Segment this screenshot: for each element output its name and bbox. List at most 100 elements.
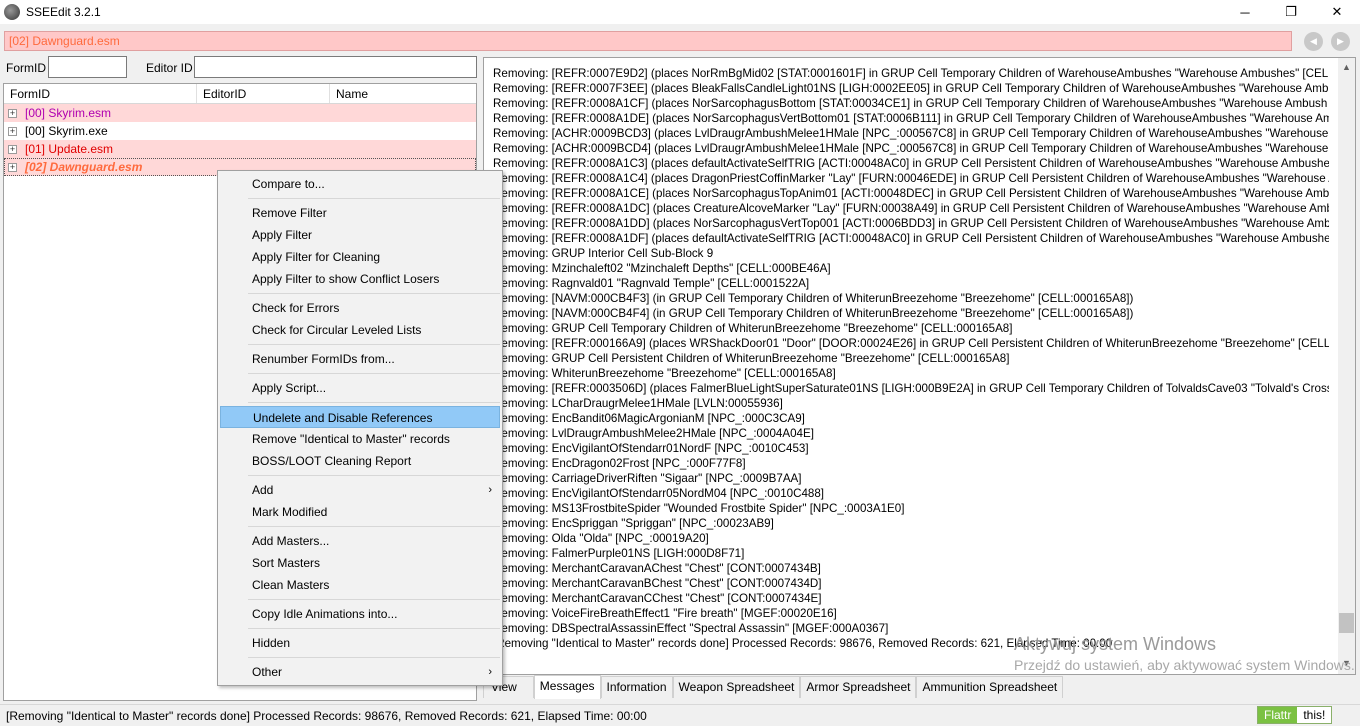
log-lines: Removing: [REFR:0007E9D2] (places NorRmB… bbox=[493, 66, 1329, 651]
window-title: SSEEdit 3.2.1 bbox=[26, 5, 101, 19]
log-line: Removing: [REFR:0007E9D2] (places NorRmB… bbox=[493, 67, 1329, 80]
menu-separator bbox=[248, 344, 500, 345]
menu-item-remove-identical-to-master[interactable]: Remove "Identical to Master" records bbox=[218, 428, 502, 450]
back-button[interactable]: ◀ bbox=[1304, 32, 1323, 51]
tree-row-skyrim-exe[interactable]: + [00] Skyrim.exe bbox=[4, 122, 476, 140]
log-line: Removing: [REFR:0008A1DD] (places NorSar… bbox=[493, 217, 1329, 230]
flattr-button[interactable]: Flattr this! bbox=[1257, 706, 1333, 724]
log-line: Removing: VoiceFireBreathEffect1 "Fire b… bbox=[493, 607, 837, 620]
log-line: Removing: WhiterunBreezehome "Breezehome… bbox=[493, 367, 836, 380]
current-file-path: [02] Dawnguard.esm bbox=[4, 31, 1292, 51]
expand-icon[interactable]: + bbox=[8, 162, 17, 172]
arrow-left-icon: ◀ bbox=[1310, 36, 1317, 46]
log-line: Removing: FalmerPurple01NS [LIGH:000D8F7… bbox=[493, 547, 745, 560]
column-name[interactable]: Name bbox=[330, 84, 476, 103]
tab-ammunition-spreadsheet[interactable]: Ammunition Spreadsheet bbox=[916, 676, 1064, 698]
expand-icon[interactable]: + bbox=[8, 108, 17, 118]
menu-item-boss-loot-report[interactable]: BOSS/LOOT Cleaning Report bbox=[218, 450, 502, 472]
log-line: Removing: Mzinchaleft02 "Mzinchaleft Dep… bbox=[493, 262, 831, 275]
minimize-button[interactable]: ─ bbox=[1222, 0, 1268, 24]
menu-item-add-masters[interactable]: Add Masters... bbox=[218, 530, 502, 552]
log-scrollbar[interactable]: ▲ ▼ bbox=[1338, 58, 1355, 674]
tree-row-skyrim-esm[interactable]: + [00] Skyrim.esm bbox=[4, 104, 476, 122]
menu-item-hidden[interactable]: Hidden bbox=[218, 632, 502, 654]
title-bar: SSEEdit 3.2.1 ─ ❐ ✕ bbox=[0, 0, 1360, 24]
menu-separator bbox=[248, 475, 500, 476]
chevron-right-icon: › bbox=[488, 484, 492, 496]
flattr-this-label: this! bbox=[1297, 707, 1332, 723]
menu-item-sort-masters[interactable]: Sort Masters bbox=[218, 552, 502, 574]
log-line: Removing: [NAVM:000CB4F4] (in GRUP Cell … bbox=[493, 307, 1134, 320]
log-line: Removing: GRUP Cell Temporary Children o… bbox=[493, 322, 1013, 335]
tab-information[interactable]: Information bbox=[600, 676, 673, 698]
menu-separator bbox=[248, 198, 500, 199]
menu-item-add-label: Add bbox=[252, 483, 274, 497]
bottom-tabs: View Messages Information Weapon Spreads… bbox=[483, 675, 1064, 700]
formid-filter-label: FormID bbox=[6, 61, 46, 75]
status-bar: [Removing "Identical to Master" records … bbox=[0, 704, 1360, 726]
expand-icon[interactable]: + bbox=[8, 126, 17, 136]
log-line: Removing: LvlDraugrAmbushMelee2HMale [NP… bbox=[493, 427, 814, 440]
expand-icon[interactable]: + bbox=[8, 144, 17, 154]
maximize-button[interactable]: ❐ bbox=[1268, 0, 1314, 24]
editorid-filter-label: Editor ID bbox=[146, 61, 193, 75]
menu-separator bbox=[248, 373, 500, 374]
menu-item-add[interactable]: Add › bbox=[218, 479, 502, 501]
log-line: Removing: MS13FrostbiteSpider "Wounded F… bbox=[493, 502, 905, 515]
log-line: Removing: [REFR:0008A1CF] (places NorSar… bbox=[493, 97, 1328, 110]
forward-button[interactable]: ▶ bbox=[1331, 32, 1350, 51]
menu-separator bbox=[248, 628, 500, 629]
menu-item-clean-masters[interactable]: Clean Masters bbox=[218, 574, 502, 596]
menu-separator bbox=[248, 599, 500, 600]
tree-row-update-esm[interactable]: + [01] Update.esm bbox=[4, 140, 476, 158]
log-line: Removing: [REFR:0008A1DC] (places Creatu… bbox=[493, 202, 1329, 215]
menu-separator bbox=[248, 526, 500, 527]
tree-row-label: [00] Skyrim.esm bbox=[25, 106, 112, 120]
column-editorid[interactable]: EditorID bbox=[197, 84, 330, 103]
tab-armor-spreadsheet[interactable]: Armor Spreadsheet bbox=[800, 676, 917, 698]
log-line: Removing: [REFR:0008A1CE] (places NorSar… bbox=[493, 187, 1329, 200]
menu-item-apply-filter[interactable]: Apply Filter bbox=[218, 224, 502, 246]
menu-item-apply-filter-cleaning[interactable]: Apply Filter for Cleaning bbox=[218, 246, 502, 268]
log-line: Removing: EncSpriggan "Spriggan" [NPC_:0… bbox=[493, 517, 774, 530]
log-line: Removing: [REFR:0007F3EE] (places BleakF… bbox=[493, 82, 1329, 95]
menu-item-check-circular-leveled-lists[interactable]: Check for Circular Leveled Lists bbox=[218, 319, 502, 341]
log-line: Removing: [REFR:0008A1C4] (places Dragon… bbox=[493, 172, 1329, 185]
menu-item-other[interactable]: Other › bbox=[218, 661, 502, 683]
log-line: Removing: [ACHR:0009BCD3] (places LvlDra… bbox=[493, 127, 1329, 140]
window-controls: ─ ❐ ✕ bbox=[1222, 0, 1360, 24]
menu-item-remove-filter[interactable]: Remove Filter bbox=[218, 202, 502, 224]
menu-item-other-label: Other bbox=[252, 665, 283, 679]
app-icon bbox=[4, 4, 20, 20]
log-line: Removing: EncVigilantOfStendarr01NordF [… bbox=[493, 442, 809, 455]
menu-item-renumber-formids[interactable]: Renumber FormIDs from... bbox=[218, 348, 502, 370]
menu-item-apply-script[interactable]: Apply Script... bbox=[218, 377, 502, 399]
tab-weapon-spreadsheet[interactable]: Weapon Spreadsheet bbox=[672, 676, 801, 698]
menu-item-apply-filter-conflict-losers[interactable]: Apply Filter to show Conflict Losers bbox=[218, 268, 502, 290]
menu-item-undelete-disable-references[interactable]: Undelete and Disable References bbox=[220, 406, 500, 428]
log-line: Removing: [REFR:0003506D] (places Falmer… bbox=[493, 382, 1329, 395]
log-line: Removing: MerchantCaravanBChest "Chest" … bbox=[493, 577, 822, 590]
log-line: Removing: GRUP Interior Cell Sub-Block 9 bbox=[493, 247, 714, 260]
log-line: Removing: CarriageDriverRiften "Sigaar" … bbox=[493, 472, 802, 485]
log-line: Removing: [REFR:0008A1C3] (places defaul… bbox=[493, 157, 1329, 170]
messages-log[interactable]: Removing: [REFR:0007E9D2] (places NorRmB… bbox=[483, 57, 1356, 675]
formid-filter-input[interactable] bbox=[48, 56, 127, 78]
tree-row-label: [01] Update.esm bbox=[25, 142, 114, 156]
log-line: Removing: GRUP Cell Persistent Children … bbox=[493, 352, 1010, 365]
context-menu: Compare to... Remove Filter Apply Filter… bbox=[217, 170, 503, 686]
log-line: Removing: [REFR:000166A9] (places WRShac… bbox=[493, 337, 1329, 350]
tree-row-label: [00] Skyrim.exe bbox=[25, 124, 108, 138]
menu-item-check-errors[interactable]: Check for Errors bbox=[218, 297, 502, 319]
log-line: Removing: LCharDraugrMelee1HMale [LVLN:0… bbox=[493, 397, 783, 410]
menu-item-compare-to[interactable]: Compare to... bbox=[218, 173, 502, 195]
editorid-filter-input[interactable] bbox=[194, 56, 477, 78]
flattr-label: Flattr bbox=[1258, 707, 1298, 723]
menu-item-copy-idle-animations[interactable]: Copy Idle Animations into... bbox=[218, 603, 502, 625]
tab-messages[interactable]: Messages bbox=[533, 675, 601, 699]
column-formid[interactable]: FormID bbox=[4, 84, 197, 103]
scroll-up-icon[interactable]: ▲ bbox=[1338, 58, 1355, 75]
scroll-thumb[interactable] bbox=[1339, 613, 1354, 633]
menu-item-mark-modified[interactable]: Mark Modified bbox=[218, 501, 502, 523]
close-button[interactable]: ✕ bbox=[1314, 0, 1360, 24]
